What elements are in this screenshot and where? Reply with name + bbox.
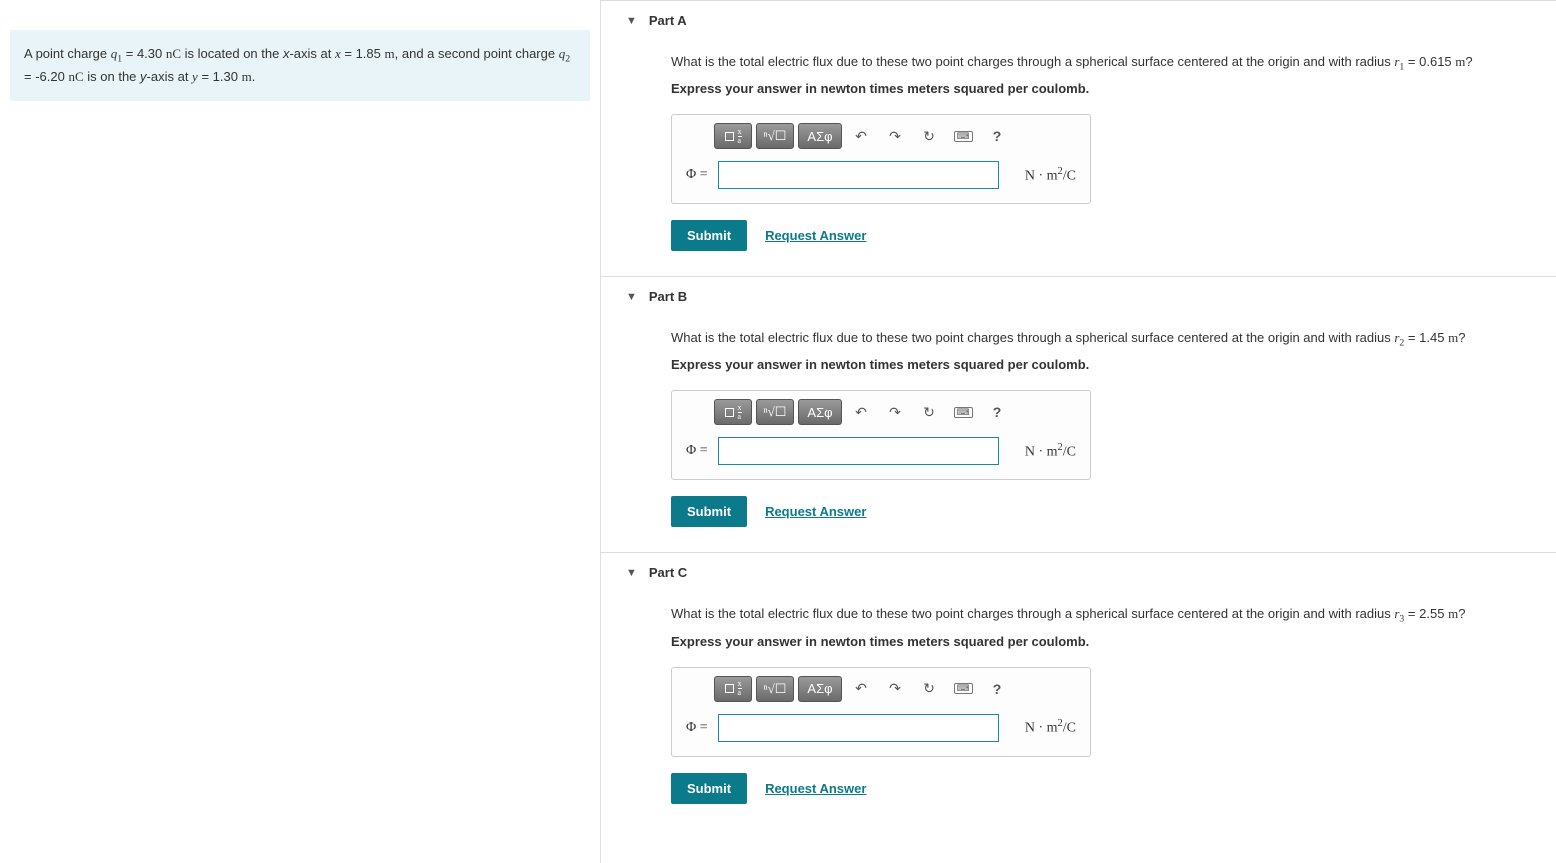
reset-icon[interactable]: ↻ (914, 123, 944, 149)
undo-icon[interactable]: ↶ (846, 399, 876, 425)
part-a-answer-input[interactable] (718, 161, 999, 189)
help-icon[interactable]: ? (982, 123, 1012, 149)
unit-label: N · m2/C (1025, 442, 1076, 461)
phi-label: Φ = (686, 443, 708, 459)
template-tool-icon[interactable]: xa (714, 676, 752, 702)
phi-label: Φ = (686, 720, 708, 736)
part-b-answer-row: Φ = N · m2/C (672, 433, 1090, 479)
reset-icon[interactable]: ↻ (914, 399, 944, 425)
part-a-actions: Submit Request Answer (671, 220, 1506, 251)
q1-value: 4.30 (137, 46, 162, 61)
unit-label: N · m2/C (1025, 166, 1076, 185)
part-c-answer-box: xa ⁿ√☐ ΑΣφ ↶ ↷ ↻ ⌨ ? Φ = N · m2/C (671, 667, 1091, 757)
part-a-answer-box: xa ⁿ√☐ ΑΣφ ↶ ↷ ↻ ⌨ ? Φ = N · m2/C (671, 114, 1091, 204)
caret-down-icon: ▼ (626, 15, 637, 27)
reset-icon[interactable]: ↻ (914, 676, 944, 702)
part-b-instruction: Express your answer in newton times mete… (671, 357, 1506, 372)
unit-label: N · m2/C (1025, 718, 1076, 737)
part-c-instruction: Express your answer in newton times mete… (671, 634, 1506, 649)
part-c-answer-input[interactable] (718, 714, 999, 742)
part-a-question: What is the total electric flux due to t… (671, 52, 1506, 75)
undo-icon[interactable]: ↶ (846, 676, 876, 702)
help-icon[interactable]: ? (982, 676, 1012, 702)
part-b-body: What is the total electric flux due to t… (601, 316, 1556, 552)
part-a-answer-row: Φ = N · m2/C (672, 157, 1090, 203)
redo-icon[interactable]: ↷ (880, 123, 910, 149)
problem-statement: A point charge q1 = 4.30 nC is located o… (10, 30, 590, 101)
part-c-header[interactable]: ▼ Part C (601, 553, 1556, 592)
part-b-submit-button[interactable]: Submit (671, 496, 747, 527)
q2-value: -6.20 (35, 69, 65, 84)
phi-label: Φ = (686, 167, 708, 183)
caret-down-icon: ▼ (626, 567, 637, 579)
part-a: ▼ Part A What is the total electric flux… (601, 0, 1556, 276)
greek-tool-icon[interactable]: ΑΣφ (798, 399, 842, 425)
caret-down-icon: ▼ (626, 291, 637, 303)
part-a-radius: 0.615 (1419, 54, 1452, 69)
greek-tool-icon[interactable]: ΑΣφ (798, 123, 842, 149)
redo-icon[interactable]: ↷ (880, 676, 910, 702)
part-b-answer-box: xa ⁿ√☐ ΑΣφ ↶ ↷ ↻ ⌨ ? Φ = N · m2/C (671, 390, 1091, 480)
part-a-title: Part A (649, 13, 687, 28)
part-b-header[interactable]: ▼ Part B (601, 277, 1556, 316)
page-container: A point charge q1 = 4.30 nC is located o… (0, 0, 1556, 863)
greek-tool-icon[interactable]: ΑΣφ (798, 676, 842, 702)
part-b: ▼ Part B What is the total electric flux… (601, 276, 1556, 552)
part-b-actions: Submit Request Answer (671, 496, 1506, 527)
part-b-answer-input[interactable] (718, 437, 999, 465)
part-b-request-answer-link[interactable]: Request Answer (765, 504, 866, 519)
part-b-toolbar: xa ⁿ√☐ ΑΣφ ↶ ↷ ↻ ⌨ ? (672, 391, 1090, 433)
part-a-header[interactable]: ▼ Part A (601, 1, 1556, 40)
q2-pos: 1.30 (213, 69, 238, 84)
part-a-instruction: Express your answer in newton times mete… (671, 81, 1506, 96)
part-c-answer-row: Φ = N · m2/C (672, 710, 1090, 756)
part-c: ▼ Part C What is the total electric flux… (601, 552, 1556, 828)
redo-icon[interactable]: ↷ (880, 399, 910, 425)
part-a-toolbar: xa ⁿ√☐ ΑΣφ ↶ ↷ ↻ ⌨ ? (672, 115, 1090, 157)
part-b-question: What is the total electric flux due to t… (671, 328, 1506, 351)
left-column: A point charge q1 = 4.30 nC is located o… (0, 0, 600, 863)
part-c-title: Part C (649, 565, 687, 580)
part-c-actions: Submit Request Answer (671, 773, 1506, 804)
sqrt-tool-icon[interactable]: ⁿ√☐ (756, 399, 794, 425)
part-a-submit-button[interactable]: Submit (671, 220, 747, 251)
part-b-title: Part B (649, 289, 687, 304)
template-tool-icon[interactable]: xa (714, 399, 752, 425)
keyboard-icon[interactable]: ⌨ (948, 676, 978, 702)
part-a-request-answer-link[interactable]: Request Answer (765, 228, 866, 243)
part-c-question: What is the total electric flux due to t… (671, 604, 1506, 627)
part-c-submit-button[interactable]: Submit (671, 773, 747, 804)
right-column: ▼ Part A What is the total electric flux… (600, 0, 1556, 863)
keyboard-icon[interactable]: ⌨ (948, 123, 978, 149)
part-c-body: What is the total electric flux due to t… (601, 592, 1556, 828)
sqrt-tool-icon[interactable]: ⁿ√☐ (756, 123, 794, 149)
q1-pos: 1.85 (356, 46, 381, 61)
part-a-body: What is the total electric flux due to t… (601, 40, 1556, 276)
part-c-request-answer-link[interactable]: Request Answer (765, 781, 866, 796)
sqrt-tool-icon[interactable]: ⁿ√☐ (756, 676, 794, 702)
keyboard-icon[interactable]: ⌨ (948, 399, 978, 425)
part-c-toolbar: xa ⁿ√☐ ΑΣφ ↶ ↷ ↻ ⌨ ? (672, 668, 1090, 710)
undo-icon[interactable]: ↶ (846, 123, 876, 149)
part-c-radius: 2.55 (1419, 606, 1444, 621)
part-b-radius: 1.45 (1419, 330, 1444, 345)
help-icon[interactable]: ? (982, 399, 1012, 425)
template-tool-icon[interactable]: xa (714, 123, 752, 149)
